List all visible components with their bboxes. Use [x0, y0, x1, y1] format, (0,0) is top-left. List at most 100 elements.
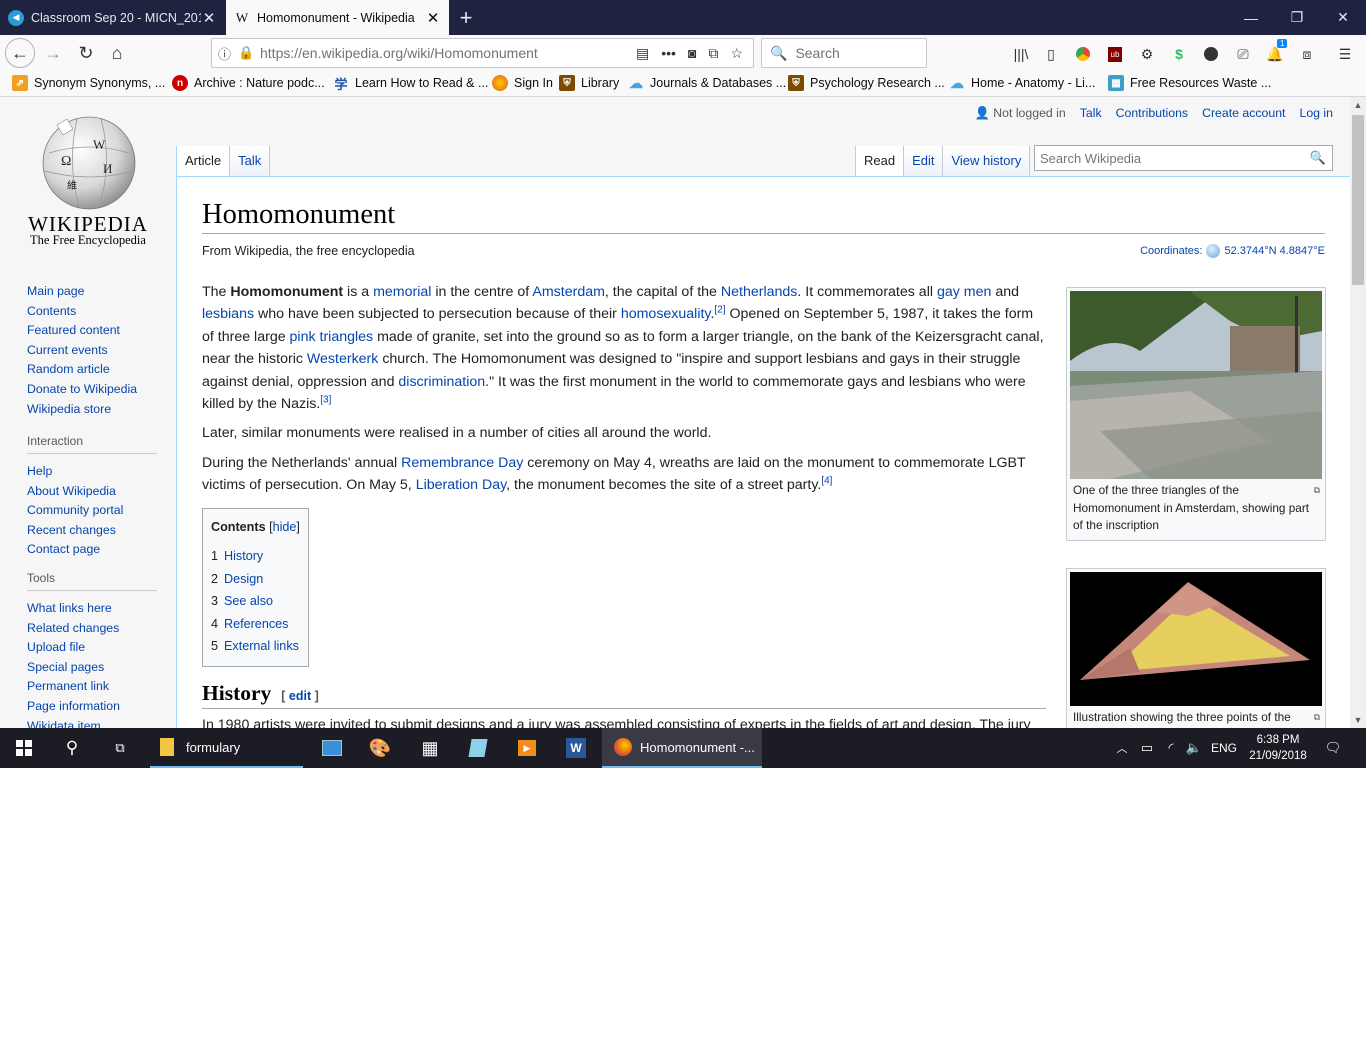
tab-label[interactable]: View history: [951, 153, 1021, 168]
sidebar-item-donate[interactable]: Donate to Wikipedia: [27, 380, 157, 400]
close-icon[interactable]: ✕: [425, 9, 441, 27]
sidebar-item-wikidata-item[interactable]: Wikidata item: [27, 717, 157, 728]
tab-homomonument[interactable]: W Homomonument - Wikipedia ✕: [226, 0, 449, 35]
enlarge-icon[interactable]: ⧉: [1314, 482, 1320, 500]
bookmark-item[interactable]: n Archive : Nature podc...: [172, 75, 325, 91]
task-view-icon[interactable]: ⧉: [96, 728, 144, 768]
forward-arrow-icon[interactable]: →: [38, 38, 68, 68]
tab-talk[interactable]: Talk: [230, 146, 271, 176]
ublock-icon[interactable]: ub: [1105, 44, 1125, 64]
sidebar-item-random-article[interactable]: Random article: [27, 360, 157, 380]
link-westerkerk[interactable]: Westerkerk: [307, 351, 378, 367]
close-window-icon[interactable]: ✕: [1320, 0, 1366, 35]
link-liberation-day[interactable]: Liberation Day: [416, 477, 506, 493]
scrollbar-thumb[interactable]: [1352, 115, 1364, 285]
bookmark-item[interactable]: ⇗ Synonym Synonyms, ...: [12, 75, 165, 91]
volume-icon[interactable]: 🔈: [1183, 728, 1205, 768]
browser-search-field[interactable]: 🔍 Search: [761, 38, 927, 68]
enlarge-icon[interactable]: ⧉: [1314, 709, 1320, 727]
battery-icon[interactable]: ▭: [1136, 728, 1158, 768]
page-scrollbar[interactable]: ▲ ▼: [1350, 97, 1366, 728]
toc-item[interactable]: 5 External links: [211, 635, 300, 658]
sidebar-item-related-changes[interactable]: Related changes: [27, 619, 157, 639]
bookmark-star-icon[interactable]: ☆: [730, 45, 743, 62]
sidebar-item-permanent-link[interactable]: Permanent link: [27, 677, 157, 697]
contributions-link[interactable]: Contributions: [1116, 106, 1188, 121]
sidebar-item-community-portal[interactable]: Community portal: [27, 501, 157, 521]
link-pink-triangles[interactable]: pink triangles: [290, 329, 374, 345]
library-icon[interactable]: |||\: [1011, 44, 1031, 64]
notifications-icon[interactable]: 🔔 1: [1265, 39, 1288, 64]
reference-link[interactable]: [4]: [821, 476, 832, 487]
sidebar-item-contents[interactable]: Contents: [27, 302, 157, 322]
language-indicator[interactable]: ENG: [1208, 728, 1240, 768]
restore-icon[interactable]: ❐: [1274, 0, 1320, 35]
link-gay-men[interactable]: gay men: [937, 284, 991, 300]
bookmark-item[interactable]: Sign In: [492, 75, 553, 91]
coordinates-value[interactable]: 52.3744°N 4.8847°E: [1224, 245, 1325, 257]
toc-item[interactable]: 4 References: [211, 613, 300, 636]
home-icon[interactable]: ⌂: [102, 38, 132, 68]
menu-icon[interactable]: ☰: [1335, 44, 1355, 64]
bookmark-item[interactable]: ☁ Home - Anatomy - Li...: [949, 75, 1095, 91]
toc-item[interactable]: 3 See also: [211, 590, 300, 613]
tab-edit[interactable]: Edit: [904, 146, 944, 176]
sidebar-item-contact-page[interactable]: Contact page: [27, 540, 157, 560]
monitor-icon[interactable]: ⎚: [1233, 44, 1253, 64]
search-icon[interactable]: ⚲: [48, 728, 96, 768]
tab-label[interactable]: Talk: [238, 153, 261, 168]
link-homosexuality[interactable]: homosexuality: [621, 306, 711, 322]
info-icon[interactable]: ⓘ: [218, 44, 238, 63]
taskbar-item-firefox[interactable]: Homomonument -...: [602, 728, 762, 768]
bookmark-item[interactable]: ▦ Free Resources Waste ...: [1108, 75, 1271, 91]
link-discrimination[interactable]: discrimination: [398, 374, 485, 390]
tab-classroom[interactable]: ◀ Classroom Sep 20 - MICN_2016 ✕: [0, 0, 225, 35]
bookmark-item[interactable]: ⛨ Library: [559, 75, 619, 91]
monument-illustration[interactable]: [1070, 572, 1322, 706]
reference-link[interactable]: [3]: [320, 394, 331, 405]
sidebar-item-upload-file[interactable]: Upload file: [27, 638, 157, 658]
sidebar-item-what-links-here[interactable]: What links here: [27, 599, 157, 619]
toc-hide-toggle[interactable]: hide: [273, 520, 297, 534]
link-remembrance-day[interactable]: Remembrance Day: [401, 455, 523, 471]
sidebar-item-featured-content[interactable]: Featured content: [27, 321, 157, 341]
reference-link[interactable]: [2]: [714, 305, 725, 316]
word-icon[interactable]: W: [552, 728, 600, 768]
wikipedia-logo[interactable]: Ω W И 維 WIKIPEDIA The Free Encyclopedia: [0, 97, 176, 257]
sidebar-item-special-pages[interactable]: Special pages: [27, 658, 157, 678]
calculator-icon[interactable]: ▦: [406, 728, 454, 768]
control-panel-icon[interactable]: [308, 728, 356, 768]
minimize-icon[interactable]: —: [1228, 0, 1274, 35]
url-text[interactable]: https://en.wikipedia.org/wiki/Homomonume…: [260, 45, 636, 61]
paint-icon[interactable]: 🎨: [356, 728, 404, 768]
bookmark-item[interactable]: ⛨ Psychology Research ...: [788, 75, 945, 91]
evernote-icon[interactable]: $: [1169, 44, 1189, 64]
reader-view-icon[interactable]: ▤: [636, 45, 649, 62]
bookmark-item[interactable]: ☁ Journals & Databases ...: [628, 75, 786, 91]
globe-icon[interactable]: [1206, 244, 1221, 258]
sidebar-item-help[interactable]: Help: [27, 462, 157, 482]
toc-item[interactable]: 2 Design: [211, 568, 300, 591]
link-netherlands[interactable]: Netherlands: [721, 284, 798, 300]
toc-item[interactable]: 1 History: [211, 545, 300, 568]
sidebar-item-current-events[interactable]: Current events: [27, 341, 157, 361]
action-center-icon[interactable]: 🗨: [1316, 728, 1350, 768]
search-icon[interactable]: 🔍: [1310, 150, 1326, 166]
edit-section-link[interactable]: edit: [289, 689, 311, 703]
log-in-link[interactable]: Log in: [1299, 106, 1333, 121]
page-actions-icon[interactable]: •••: [661, 45, 676, 62]
sidebar-item-page-information[interactable]: Page information: [27, 697, 157, 717]
sidebar-item-recent-changes[interactable]: Recent changes: [27, 521, 157, 541]
windows-start-icon[interactable]: [0, 728, 48, 768]
wikipedia-search-input[interactable]: Search Wikipedia 🔍: [1034, 145, 1333, 171]
media-player-icon[interactable]: ▶: [503, 728, 551, 768]
link-memorial[interactable]: memorial: [373, 284, 431, 300]
new-tab-icon[interactable]: +: [452, 0, 480, 35]
notes-icon[interactable]: [454, 728, 502, 768]
tab-article[interactable]: Article: [176, 146, 231, 176]
link-amsterdam[interactable]: Amsterdam: [532, 284, 605, 300]
clock[interactable]: 6:38 PM 21/09/2018: [1244, 728, 1312, 768]
homomonument-photo[interactable]: [1070, 291, 1322, 479]
close-icon[interactable]: ✕: [201, 9, 217, 27]
screenshot-icon[interactable]: ⧉: [708, 45, 718, 62]
